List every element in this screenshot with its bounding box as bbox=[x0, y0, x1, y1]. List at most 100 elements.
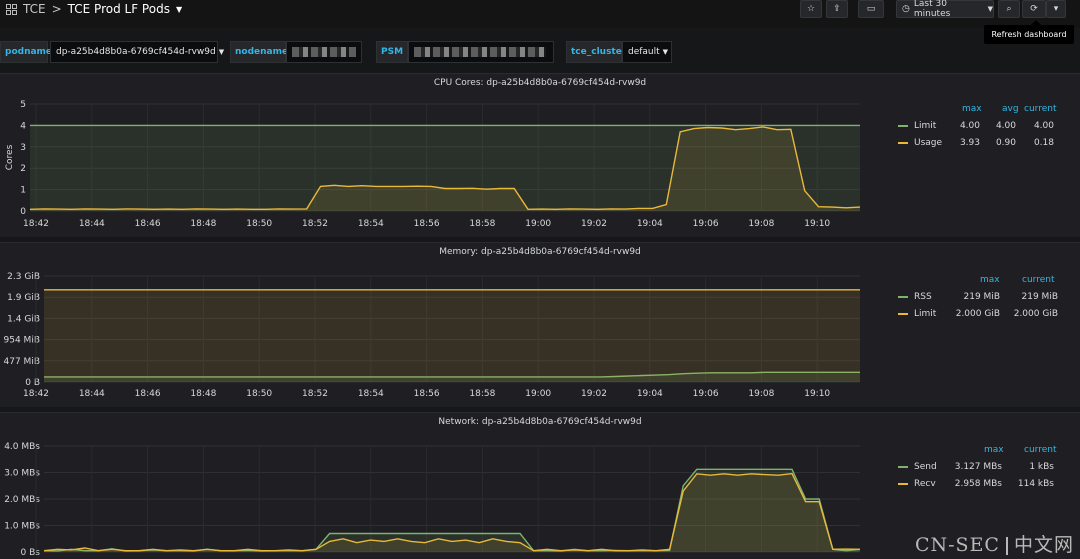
x-tick-label: 18:56 bbox=[414, 219, 440, 229]
breadcrumb-separator: > bbox=[51, 2, 62, 16]
nodename-label: nodename bbox=[230, 41, 288, 63]
breadcrumb: TCE > TCE Prod LF Pods ▼ bbox=[6, 1, 182, 17]
legend-row-rss[interactable]: RSS bbox=[898, 290, 932, 304]
nodename-redacted bbox=[292, 47, 356, 57]
y-tick-label: 5 bbox=[20, 100, 26, 110]
x-tick-label: 19:02 bbox=[581, 219, 607, 229]
x-tick-label: 18:50 bbox=[246, 389, 272, 399]
time-range-picker[interactable]: ◷ Last 30 minutes ▼ bbox=[896, 0, 994, 19]
x-tick-label: 18:58 bbox=[469, 389, 495, 399]
psm-select[interactable] bbox=[408, 41, 554, 63]
series-name: Send bbox=[914, 462, 937, 472]
x-tick-label: 19:02 bbox=[581, 389, 607, 399]
top-navbar: TCE > TCE Prod LF Pods ▼ ☆ ⇪ ▭ ◷ Last 30… bbox=[0, 0, 1080, 28]
watermark: CN-SEC 中文网 bbox=[915, 530, 1074, 557]
legend-value: 114 kBs bbox=[1017, 479, 1054, 489]
refresh-tooltip: Refresh dashboard bbox=[984, 20, 1074, 44]
chevron-down-icon: ▼ bbox=[218, 48, 225, 56]
legend-header-max: max bbox=[980, 275, 1000, 285]
x-tick-label: 19:10 bbox=[804, 389, 830, 399]
y-tick-label: 1.4 GiB bbox=[7, 314, 40, 324]
legend-value: 3.127 MBs bbox=[954, 462, 1002, 472]
x-tick-label: 18:42 bbox=[23, 219, 49, 229]
x-tick-label: 18:46 bbox=[135, 389, 161, 399]
tce-cluster-label: tce_cluster bbox=[566, 41, 626, 63]
y-tick-label: 954 MiB bbox=[4, 336, 40, 346]
y-tick-label: 2.0 MBs bbox=[4, 495, 40, 505]
y-tick-label: 1 bbox=[20, 186, 26, 196]
series-swatch bbox=[898, 142, 908, 144]
star-icon[interactable]: ☆ bbox=[800, 0, 822, 18]
watermark-cn-text: 中文网 bbox=[1013, 534, 1074, 556]
y-tick-label: 1.0 MBs bbox=[4, 522, 40, 532]
nodename-select[interactable] bbox=[286, 41, 362, 63]
podname-value: dp-a25b4d8b0a-6769cf454d-rvw9d bbox=[56, 47, 216, 57]
legend-header-max: max bbox=[984, 445, 1004, 455]
chevron-down-icon: ▼ bbox=[987, 5, 993, 13]
cpu-legend: max avg current Limit 4.00 4.00 4.00 Usa… bbox=[890, 102, 1070, 162]
x-tick-label: 18:52 bbox=[302, 389, 328, 399]
series-swatch bbox=[898, 296, 908, 298]
memory-panel: Memory: dp-a25b4d8b0a-6769cf454d-rvw9d 0… bbox=[0, 242, 1080, 407]
legend-value: 2.000 GiB bbox=[955, 309, 1000, 319]
series-swatch bbox=[898, 483, 908, 485]
clock-icon: ◷ bbox=[902, 4, 910, 14]
x-tick-label: 19:08 bbox=[748, 219, 774, 229]
y-tick-label: 477 MiB bbox=[4, 357, 40, 367]
refresh-icon[interactable]: ⟳ bbox=[1022, 0, 1046, 18]
legend-value: 1 kBs bbox=[1029, 462, 1054, 472]
share-icon[interactable]: ⇪ bbox=[826, 0, 848, 18]
legend-header-avg: avg bbox=[1002, 104, 1019, 114]
template-variables: podname dp-a25b4d8b0a-6769cf454d-rvw9d ▼… bbox=[0, 41, 800, 63]
dashboard-title[interactable]: TCE Prod LF Pods bbox=[68, 2, 170, 16]
x-tick-label: 19:04 bbox=[637, 389, 663, 399]
y-tick-label: 2 bbox=[20, 164, 26, 174]
x-tick-label: 18:50 bbox=[246, 219, 272, 229]
legend-value: 2.000 GiB bbox=[1013, 309, 1058, 319]
legend-row-send[interactable]: Send bbox=[898, 460, 937, 474]
legend-value: 4.00 bbox=[959, 121, 980, 131]
series-name: Limit bbox=[914, 309, 937, 319]
legend-value: 0.18 bbox=[1033, 138, 1054, 148]
x-tick-label: 18:52 bbox=[302, 219, 328, 229]
series-name: RSS bbox=[914, 292, 932, 302]
series-area-limit bbox=[44, 289, 860, 382]
legend-row-limit[interactable]: Limit bbox=[898, 119, 936, 133]
y-tick-label: 1.9 GiB bbox=[7, 293, 40, 303]
series-swatch bbox=[898, 125, 908, 127]
x-tick-label: 19:00 bbox=[525, 219, 551, 229]
network-panel: Network: dp-a25b4d8b0a-6769cf454d-rvw9d … bbox=[0, 412, 1080, 559]
y-tick-label: 2.3 GiB bbox=[7, 272, 40, 282]
x-tick-label: 19:00 bbox=[525, 389, 551, 399]
legend-row-limit[interactable]: Limit bbox=[898, 307, 936, 321]
psm-label: PSM bbox=[376, 41, 408, 63]
series-name: Usage bbox=[914, 138, 943, 148]
x-tick-label: 18:48 bbox=[190, 219, 216, 229]
y-tick-label: 3 bbox=[20, 143, 26, 153]
cpu-chart[interactable]: 0 1 2 3 4 5 18:42 18:44 18:46 18:48 18:50 18:52 18:5… bbox=[0, 74, 880, 238]
x-tick-label: 18:46 bbox=[135, 219, 161, 229]
legend-value: 0.90 bbox=[995, 138, 1016, 148]
chevron-down-icon[interactable]: ▼ bbox=[176, 5, 182, 14]
y-tick-label: 4.0 MBs bbox=[4, 442, 40, 452]
chevron-down-icon: ▼ bbox=[662, 48, 669, 56]
legend-value: 4.00 bbox=[995, 121, 1016, 131]
x-tick-label: 18:54 bbox=[358, 219, 384, 229]
legend-value: 219 MiB bbox=[1021, 292, 1058, 302]
tv-mode-icon[interactable]: ▭ bbox=[858, 0, 884, 18]
network-chart[interactable]: 0 Bs1.0 MBs2.0 MBs3.0 MBs4.0 MBs18:4218:… bbox=[0, 413, 880, 559]
tce-cluster-select[interactable]: default ▼ bbox=[622, 41, 672, 63]
watermark-text: CN-SEC bbox=[914, 534, 1000, 556]
legend-row-usage[interactable]: Usage bbox=[898, 136, 942, 150]
memory-chart[interactable]: 0 B 477 MiB 954 MiB 1.4 GiB 1.9 GiB 2.3 GiB 18… bbox=[0, 243, 880, 408]
legend-header-current: current bbox=[1024, 104, 1057, 114]
dashboards-grid-icon[interactable] bbox=[6, 3, 17, 15]
x-tick-label: 19:08 bbox=[748, 389, 774, 399]
zoom-out-icon[interactable]: ⌕ bbox=[998, 0, 1020, 18]
legend-row-recv[interactable]: Recv bbox=[898, 477, 936, 491]
x-tick-label: 19:10 bbox=[804, 219, 830, 229]
breadcrumb-home-link[interactable]: TCE bbox=[23, 2, 46, 16]
refresh-interval-chevron-icon[interactable]: ▾ bbox=[1046, 0, 1066, 18]
podname-select[interactable]: dp-a25b4d8b0a-6769cf454d-rvw9d ▼ bbox=[50, 41, 224, 63]
x-tick-label: 18:58 bbox=[469, 219, 495, 229]
